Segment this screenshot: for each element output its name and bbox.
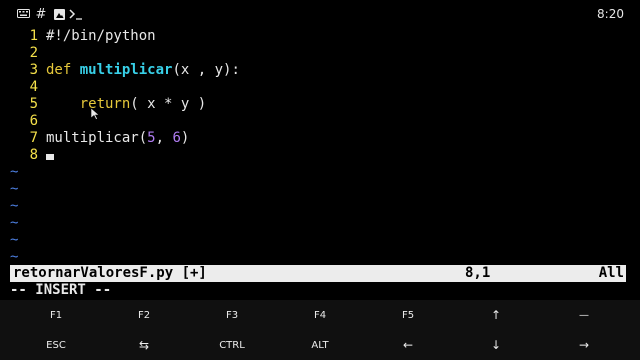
mouse-pointer-icon <box>91 108 100 120</box>
line-number: 8 <box>29 147 38 163</box>
code-token: multiplicar( <box>46 130 148 146</box>
vim-editor[interactable]: 1 #!/bin/python 2 3 def multiplicar(x , y): 4… <box>0 28 640 265</box>
key-f1[interactable]: F1 <box>12 300 100 330</box>
extra-keys-bar: F1 F2 F3 F4 F5 ↑ — ESC ⇆ CTRL ALT ← ↓ → <box>0 300 640 360</box>
key-f3[interactable]: F3 <box>188 300 276 330</box>
line-number: 4 <box>29 79 38 95</box>
key-esc[interactable]: ESC <box>12 330 100 360</box>
code-text: multiplicar(5, 6) <box>46 130 189 147</box>
line-number: 5 <box>29 96 38 112</box>
status-bar: # 8:20 <box>0 0 640 28</box>
key-f5[interactable]: F5 <box>364 300 452 330</box>
tilde-marker: ~ <box>10 215 19 231</box>
code-text: #!/bin/python <box>46 28 156 45</box>
key-f2[interactable]: F2 <box>100 300 188 330</box>
tilde-marker: ~ <box>10 181 19 197</box>
tilde-marker: ~ <box>10 249 19 265</box>
hash-icon: # <box>35 6 47 22</box>
keyboard-icon <box>16 7 30 21</box>
line-number: 2 <box>29 45 38 61</box>
tilde-marker: ~ <box>10 232 19 248</box>
code-text: def multiplicar(x , y): <box>46 62 240 79</box>
terminal-prompt-icon <box>69 7 83 21</box>
clock: 8:20 <box>597 7 624 21</box>
code-text <box>46 147 54 164</box>
key-right-arrow[interactable]: → <box>540 330 628 360</box>
image-icon <box>53 7 65 21</box>
code-token: #!/bin/python <box>46 28 156 44</box>
code-token: ) <box>180 130 190 146</box>
code-token: 6 <box>172 130 181 146</box>
code-token: def <box>46 62 72 78</box>
key-down-arrow[interactable]: ↓ <box>452 330 540 360</box>
mode-indicator: -- INSERT -- <box>10 282 112 298</box>
code-text: return( x * y ) <box>46 96 206 113</box>
line-number: 3 <box>29 62 38 78</box>
key-f4[interactable]: F4 <box>276 300 364 330</box>
key-left-arrow[interactable]: ← <box>364 330 452 360</box>
code-token: (x , y): <box>172 62 240 78</box>
tilde-marker: ~ <box>10 164 19 180</box>
key-ctrl[interactable]: CTRL <box>188 330 276 360</box>
text-cursor <box>46 154 54 160</box>
status-cursor-position: 8,1 <box>465 265 491 281</box>
tilde-marker: ~ <box>10 198 19 214</box>
key-up-arrow[interactable]: ↑ <box>452 300 540 330</box>
key-alt[interactable]: ALT <box>276 330 364 360</box>
vim-status-line: retornarValoresF.py [+] 8,1 All <box>10 265 626 282</box>
line-number: 1 <box>29 28 38 44</box>
code-token: 5 <box>147 130 156 146</box>
key-tab[interactable]: ⇆ <box>100 330 188 360</box>
status-filename: retornarValoresF.py [+] <box>13 265 207 281</box>
key-dash[interactable]: — <box>540 300 628 330</box>
code-token: ( x * y ) <box>130 96 207 112</box>
status-scroll-position: All <box>598 265 624 281</box>
code-token: , <box>155 130 173 146</box>
code-token: return <box>79 96 131 112</box>
line-number: 6 <box>29 113 38 129</box>
code-token: multiplicar <box>79 62 173 78</box>
line-number: 7 <box>29 130 38 146</box>
